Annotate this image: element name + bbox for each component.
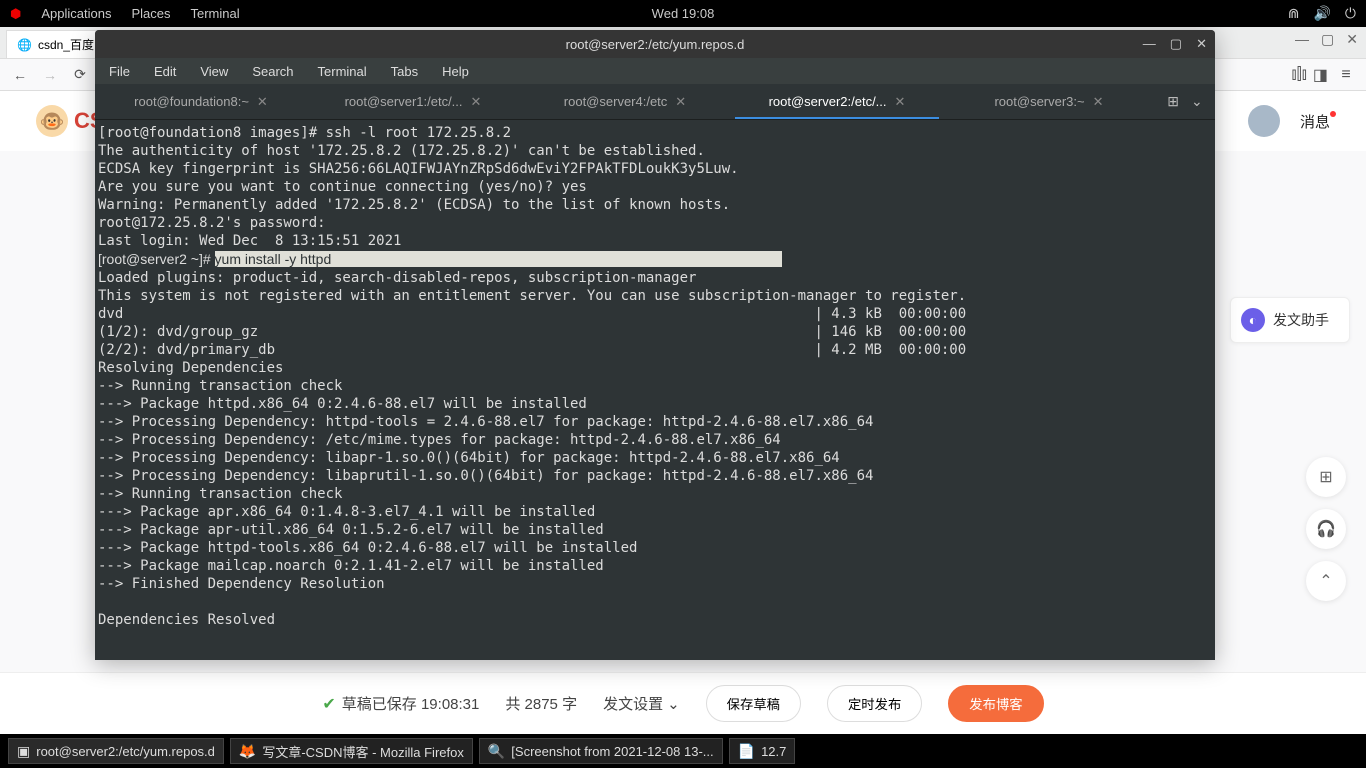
close-icon[interactable]: ✕ — [1196, 36, 1207, 52]
close-tab-icon[interactable]: ✕ — [1093, 94, 1104, 110]
sidebar-icon[interactable]: ◨ — [1313, 65, 1328, 85]
redhat-icon: ⬢ — [10, 6, 21, 22]
menu-tabs[interactable]: Tabs — [391, 64, 418, 79]
terminal-tab-3[interactable]: root@server2:/etc/...✕ — [731, 84, 943, 119]
firefox-tab[interactable]: 🌐 csdn_百度 — [6, 30, 105, 58]
new-tab-icon[interactable]: ⊞ — [1167, 93, 1179, 110]
menu-terminal[interactable]: Terminal — [318, 64, 367, 79]
power-icon[interactable]: ⏻ — [1345, 5, 1356, 22]
places-menu[interactable]: Places — [131, 6, 170, 21]
avatar[interactable] — [1248, 105, 1280, 137]
task-document[interactable]: 📄 12.7 — [729, 738, 796, 764]
menu-help[interactable]: Help — [442, 64, 469, 79]
task-screenshot[interactable]: 🔍 [Screenshot from 2021-12-08 13-... — [479, 738, 723, 764]
globe-icon: 🌐 — [17, 38, 32, 52]
terminal-icon: ▣ — [17, 743, 30, 760]
menu-file[interactable]: File — [109, 64, 130, 79]
terminal-tab-4[interactable]: root@server3:~✕ — [943, 84, 1155, 119]
terminal-window: root@server2:/etc/yum.repos.d — ▢ ✕ File… — [95, 30, 1215, 660]
terminal-menu[interactable]: Terminal — [191, 6, 240, 21]
maximize-icon[interactable]: ▢ — [1321, 31, 1334, 48]
firefox-window-controls: — ▢ ✕ — [1295, 31, 1358, 48]
close-tab-icon[interactable]: ✕ — [675, 94, 686, 110]
task-firefox[interactable]: 🦊 写文章-CSDN博客 - Mozilla Firefox — [230, 738, 473, 764]
image-viewer-icon: 🔍 — [488, 743, 505, 760]
menu-edit[interactable]: Edit — [154, 64, 176, 79]
close-tab-icon[interactable]: ✕ — [471, 94, 482, 110]
close-icon[interactable]: ✕ — [1346, 31, 1358, 48]
reload-button[interactable]: ⟳ — [68, 63, 92, 87]
minimize-icon[interactable]: — — [1295, 31, 1309, 48]
monkey-icon: 🐵 — [36, 105, 68, 137]
firefox-tab-title: csdn_百度 — [38, 36, 94, 53]
highlighted-command: yum install -y httpd — [215, 251, 783, 267]
terminal-tabs: root@foundation8:~✕ root@server1:/etc/..… — [95, 84, 1215, 120]
maximize-icon[interactable]: ▢ — [1170, 36, 1182, 52]
csdn-bottom-bar: ✔ 草稿已保存 19:08:31 共 2875 字 发文设置 ⌄ 保存草稿 定时… — [0, 672, 1366, 734]
terminal-tab-2[interactable]: root@server4:/etc✕ — [519, 84, 731, 119]
publish-settings[interactable]: 发文设置 ⌄ — [603, 693, 680, 714]
close-tab-icon[interactable]: ✕ — [895, 94, 906, 110]
terminal-tab-0[interactable]: root@foundation8:~✕ — [95, 84, 307, 119]
applications-menu[interactable]: Applications — [41, 6, 111, 21]
check-icon: ✔ — [322, 694, 335, 714]
clock-label[interactable]: Wed 19:08 — [652, 6, 715, 21]
publish-helper-button[interactable]: ◐ 发文助手 — [1230, 297, 1350, 343]
terminal-titlebar[interactable]: root@server2:/etc/yum.repos.d — ▢ ✕ — [95, 30, 1215, 58]
messages-link[interactable]: 消息 — [1300, 111, 1330, 132]
library-icon[interactable]: ⫾⫿⫾ — [1292, 66, 1307, 84]
firefox-icon: 🦊 — [239, 743, 256, 760]
helper-icon: ◐ — [1241, 308, 1265, 332]
back-button[interactable]: ← — [8, 63, 32, 87]
draft-status: ✔ 草稿已保存 19:08:31 — [322, 693, 479, 714]
terminal-menubar: File Edit View Search Terminal Tabs Help — [95, 58, 1215, 84]
char-count: 共 2875 字 — [505, 693, 577, 714]
headset-icon[interactable]: 🎧 — [1306, 509, 1346, 549]
gnome-top-bar: ⬢ Applications Places Terminal Wed 19:08… — [0, 0, 1366, 27]
tab-dropdown-icon[interactable]: ⌄ — [1191, 93, 1203, 110]
chevron-down-icon: ⌄ — [667, 695, 680, 713]
menu-button[interactable]: ≡ — [1334, 63, 1358, 87]
save-draft-button[interactable]: 保存草稿 — [706, 685, 801, 722]
float-actions: ⊞ 🎧 ⌃ — [1306, 457, 1346, 601]
task-terminal[interactable]: ▣ root@server2:/etc/yum.repos.d — [8, 738, 224, 764]
qr-icon[interactable]: ⊞ — [1306, 457, 1346, 497]
scroll-top-icon[interactable]: ⌃ — [1306, 561, 1346, 601]
gnome-taskbar: ▣ root@server2:/etc/yum.repos.d 🦊 写文章-CS… — [0, 734, 1366, 768]
close-tab-icon[interactable]: ✕ — [257, 94, 268, 110]
wifi-icon[interactable]: ⋒ — [1288, 5, 1300, 22]
menu-search[interactable]: Search — [252, 64, 293, 79]
terminal-tab-1[interactable]: root@server1:/etc/...✕ — [307, 84, 519, 119]
forward-button: → — [38, 63, 62, 87]
terminal-output[interactable]: [root@foundation8 images]# ssh -l root 1… — [95, 120, 1215, 660]
terminal-title: root@server2:/etc/yum.repos.d — [566, 37, 745, 52]
float-tools: ◐ 发文助手 — [1230, 297, 1350, 343]
document-icon: 📄 — [738, 743, 755, 760]
schedule-publish-button[interactable]: 定时发布 — [827, 685, 922, 722]
volume-icon[interactable]: 🔊 — [1313, 5, 1330, 22]
minimize-icon[interactable]: — — [1143, 36, 1156, 52]
notification-dot-icon — [1330, 111, 1336, 117]
publish-button[interactable]: 发布博客 — [948, 685, 1043, 722]
menu-view[interactable]: View — [200, 64, 228, 79]
